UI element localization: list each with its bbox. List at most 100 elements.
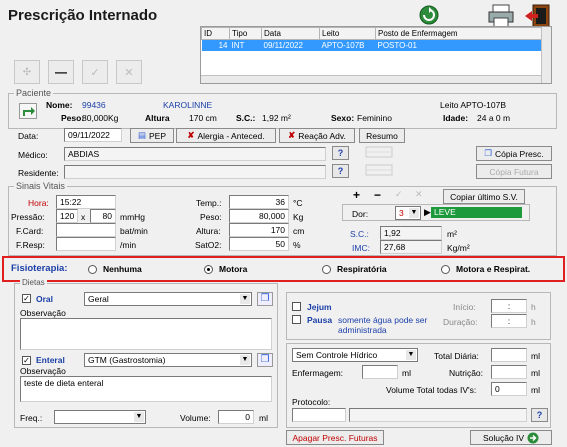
pressao-diastolica-field[interactable]: 80 — [90, 209, 116, 223]
oral-select[interactable]: Geral ▼ — [84, 292, 252, 306]
duracao-field[interactable]: : — [491, 314, 527, 328]
copy-icon: ❐ — [484, 148, 492, 158]
hora-label: Hora: — [28, 198, 49, 208]
prescription-grid[interactable]: ID Tipo Data Leito Posto de Enfermagem 1… — [200, 26, 552, 84]
dor-select-value: 3 — [399, 208, 404, 218]
fisioterapia-label: Fisioterapia: — [11, 263, 68, 274]
temp-field[interactable]: 36 — [229, 195, 289, 209]
check-icon: ✓ — [23, 356, 30, 365]
remove-vital-button[interactable]: − — [374, 188, 381, 202]
freq-select[interactable]: ▼ — [54, 410, 146, 424]
volume-field[interactable]: 0 — [218, 410, 254, 424]
vitals-group-label: Sinais Vitais — [14, 181, 67, 191]
controle-hidrico-select[interactable]: Sem Controle Hídrico ▼ — [292, 348, 418, 362]
enteral-copy-button[interactable]: ❐ — [257, 353, 273, 367]
refresh-button[interactable] — [417, 4, 443, 26]
sc-field: 1,92 — [380, 226, 442, 240]
grid-horizontal-scrollbar[interactable] — [201, 75, 541, 83]
fisio-option-motora[interactable]: Motora — [204, 264, 247, 274]
sato2-field[interactable]: 50 — [229, 237, 289, 251]
medico-lookup-button[interactable]: ? — [332, 146, 349, 160]
patient-sc-label: S.C.: — [236, 113, 256, 123]
enfermagem-field[interactable] — [362, 365, 398, 379]
fisio-option-motora-respirat[interactable]: Motora e Respirat. — [441, 264, 530, 274]
inicio-field[interactable]: : — [491, 299, 527, 313]
copia-presc-label: Cópia Presc. — [494, 148, 544, 159]
oral-checkbox[interactable]: ✓ — [22, 294, 31, 303]
grid-cell-tipo: INT — [229, 39, 262, 51]
reacao-button[interactable]: ✘ Reação Adv. — [279, 128, 355, 143]
chevron-down-icon: ▼ — [134, 412, 144, 422]
toolbar-add-button[interactable]: ✣ — [14, 60, 40, 84]
oral-select-value: Geral — [88, 294, 109, 304]
stamp-disabled-button[interactable] — [364, 144, 396, 160]
document-icon: ▤ — [137, 130, 146, 140]
oral-observacao-field[interactable] — [20, 318, 272, 350]
peso-field[interactable]: 80,000 — [229, 209, 289, 223]
residente-field[interactable] — [64, 165, 326, 179]
stamp-disabled-button-2[interactable] — [364, 162, 396, 178]
table-row[interactable]: 14 INT 09/11/2022 APTO-107B POSTO-01 — [201, 39, 542, 51]
resumo-button[interactable]: Resumo — [359, 128, 405, 143]
temp-label: Temp.: — [196, 198, 222, 208]
copia-futura-button[interactable]: Cópia Futura — [476, 164, 552, 179]
copy-icon: ❐ — [260, 354, 270, 365]
patient-name: KAROLINNE — [163, 100, 213, 110]
solucao-iv-button[interactable]: Solução IV — [470, 430, 552, 445]
dor-label: Dor: — [352, 209, 369, 219]
chevron-down-icon: ▼ — [409, 208, 419, 218]
grid-col-data: Data — [261, 27, 320, 40]
toolbar-confirm-button[interactable]: ✓ — [82, 60, 108, 84]
fcard-field[interactable] — [56, 223, 116, 237]
patient-peso: 80,000Kg — [82, 113, 119, 123]
duracao-unit: h — [531, 317, 536, 327]
protocolo-lookup-button[interactable]: ? — [531, 408, 548, 422]
alergia-button[interactable]: ✘ Alergia - Anteced. — [176, 128, 276, 143]
pressao-sistolica-field[interactable]: 120 — [56, 209, 78, 223]
oral-copy-button[interactable]: ❐ — [257, 292, 273, 306]
fresp-field[interactable] — [56, 237, 116, 251]
grid-cell-leito: APTO-107B — [319, 39, 376, 51]
chevron-down-icon: ▼ — [240, 294, 250, 304]
copia-presc-button[interactable]: ❐ Cópia Presc. — [476, 146, 552, 161]
grid-cell-id: 14 — [201, 39, 230, 51]
protocolo-code-field[interactable] — [292, 408, 346, 422]
medico-field[interactable]: ABDIAS — [64, 147, 326, 161]
pausa-checkbox[interactable] — [292, 315, 301, 324]
total-diaria-field[interactable] — [491, 348, 527, 362]
enteral-checkbox[interactable]: ✓ — [22, 356, 31, 365]
dor-select[interactable]: 3 ▼ — [395, 206, 421, 220]
grid-header: ID Tipo Data Leito Posto de Enfermagem — [201, 27, 542, 40]
patient-select-button[interactable] — [19, 103, 37, 119]
enfermagem-unit: ml — [402, 368, 411, 378]
grid-col-leito: Leito — [319, 27, 376, 40]
jejum-checkbox[interactable] — [292, 302, 301, 311]
confirm-vital-button[interactable]: ✓ — [395, 189, 403, 200]
fisio-option-nenhuma[interactable]: Nenhuma — [88, 264, 142, 274]
apagar-presc-futuras-button[interactable]: Apagar Presc. Futuras — [286, 430, 384, 445]
toolbar-cancel-button[interactable]: ✕ — [116, 60, 142, 84]
copiar-ultimo-button[interactable]: Copiar último S.V. — [443, 189, 525, 204]
pressao-unit: mmHg — [120, 212, 146, 222]
jejum-label: Jejum — [307, 302, 332, 312]
fcard-label: F.Card: — [16, 226, 44, 236]
enteral-select[interactable]: GTM (Gastrostomia) ▼ — [84, 353, 252, 367]
chevron-down-icon: ▼ — [406, 350, 416, 360]
question-icon: ? — [337, 166, 344, 176]
fisio-option-label: Nenhuma — [103, 264, 142, 274]
grid-col-tipo: Tipo — [229, 27, 262, 40]
fisio-option-respiratoria[interactable]: Respiratória — [322, 264, 387, 274]
grid-vertical-scrollbar[interactable] — [541, 27, 551, 83]
altura-field[interactable]: 170 — [229, 223, 289, 237]
toolbar-remove-button[interactable]: — — [48, 60, 74, 84]
enteral-observacao-field[interactable]: teste de dieta enteral — [20, 376, 272, 402]
pausa-text: somente água pode ser administrada — [338, 315, 428, 335]
cancel-vital-button[interactable]: ✕ — [415, 189, 423, 200]
nutricao-field[interactable] — [491, 365, 527, 379]
add-vital-button[interactable]: + — [353, 188, 360, 202]
x-red-icon: ✘ — [288, 130, 296, 140]
residente-lookup-button[interactable]: ? — [332, 164, 349, 178]
hora-field[interactable]: 15:22 — [56, 195, 116, 209]
data-field[interactable]: 09/11/2022 — [64, 128, 122, 142]
pep-button[interactable]: ▤ PEP — [130, 128, 174, 143]
